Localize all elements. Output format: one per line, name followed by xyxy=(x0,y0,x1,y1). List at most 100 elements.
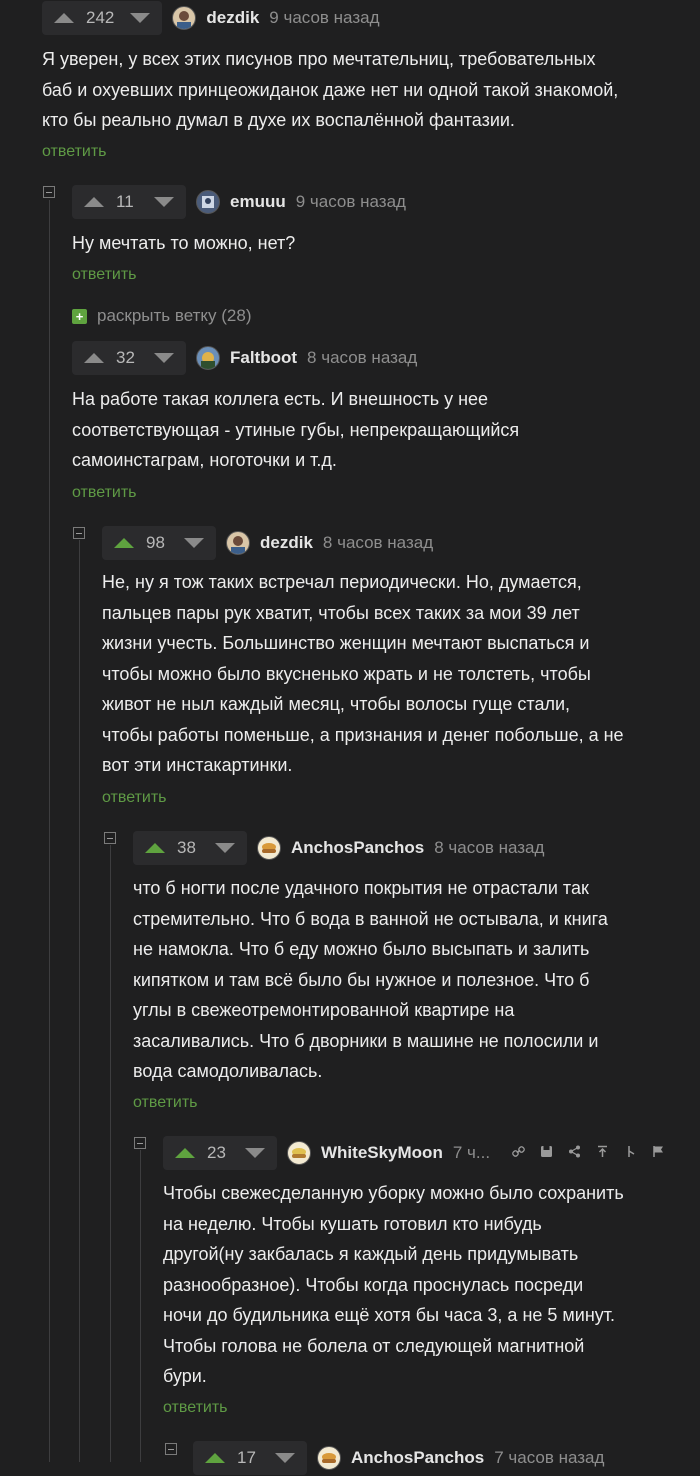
arrow-down-icon xyxy=(215,843,235,853)
downvote-button[interactable] xyxy=(233,1136,277,1170)
collapse-toggle[interactable] xyxy=(73,527,85,539)
comment-line: жизни учесть. Большинство женщин мечтают… xyxy=(102,633,590,653)
comment-line: вот эти инстакартинки. xyxy=(102,755,293,775)
username[interactable]: Faltboot xyxy=(230,348,297,368)
comment-line: кто бы реально думал в духе их воспалённ… xyxy=(42,110,515,130)
to-top-icon[interactable] xyxy=(588,1145,616,1161)
comment-line: самоинстаграм, ноготочки и т.д. xyxy=(72,450,337,470)
avatar-burger-icon xyxy=(262,843,276,853)
comment-text: Чтобы свежесделанную уборку можно было с… xyxy=(163,1178,693,1392)
arrow-up-icon xyxy=(54,13,74,23)
link-icon[interactable] xyxy=(504,1145,532,1161)
comment-line: на неделю. Чтобы кушать готовил кто нибу… xyxy=(163,1213,542,1234)
timestamp[interactable]: 8 часов назад xyxy=(307,348,417,368)
thread-line xyxy=(79,540,80,1462)
comment-text: На работе такая коллега есть. И внешност… xyxy=(72,384,672,476)
timestamp[interactable]: 9 часов назад xyxy=(269,8,379,28)
collapse-toggle[interactable] xyxy=(43,186,55,198)
avatar[interactable] xyxy=(196,190,220,214)
avatar[interactable] xyxy=(257,836,281,860)
arrow-down-icon xyxy=(154,197,174,207)
username[interactable]: AnchosPanchos xyxy=(291,838,424,858)
downvote-button[interactable] xyxy=(142,341,186,375)
comment-line: живот не ныл каждый месяц, чтобы волосы … xyxy=(102,694,571,714)
reply-link[interactable]: ответить xyxy=(42,143,107,161)
comment-line: пальцев пары рук хватит, чтобы всех таки… xyxy=(102,602,580,623)
rating-count: 98 xyxy=(146,533,165,552)
username[interactable]: dezdik xyxy=(206,8,259,28)
rating-box: 11 xyxy=(72,185,186,219)
avatar[interactable] xyxy=(196,346,220,370)
arrow-up-icon xyxy=(175,1148,195,1158)
comment-line: чтобы работы поменьше, а признания и ден… xyxy=(102,724,624,745)
avatar[interactable] xyxy=(172,6,197,30)
avatar-figure-icon xyxy=(202,196,214,208)
comment-line: засаливались. Что б дворники в машине не… xyxy=(133,1030,599,1051)
timestamp[interactable]: 7 часов назад xyxy=(494,1448,604,1468)
username[interactable]: AnchosPanchos xyxy=(351,1448,484,1468)
timestamp[interactable]: 7 ч... xyxy=(453,1143,490,1163)
comment-text: что б ногти после удачного покрытия не о… xyxy=(133,873,693,1087)
comment-line: не намокла. Что б еду можно было высыпат… xyxy=(133,939,590,959)
comment-line: стремительно. Что б вода в ванной не ост… xyxy=(133,908,608,929)
arrow-down-icon xyxy=(245,1148,265,1158)
expand-thread-label: раскрыть ветку (28) xyxy=(97,306,252,325)
avatar-face-icon xyxy=(177,11,192,29)
downvote-button[interactable] xyxy=(118,1,162,35)
arrow-down-icon xyxy=(154,353,174,363)
rating-count: 38 xyxy=(177,838,196,857)
rating-box: 32 xyxy=(72,341,186,375)
upvote-button[interactable] xyxy=(42,1,86,35)
reply-link[interactable]: ответить xyxy=(133,1094,198,1112)
rating-box: 17 xyxy=(193,1441,307,1475)
flag-icon[interactable] xyxy=(644,1145,672,1161)
rating-box: 98 xyxy=(102,526,216,560)
arrow-up-icon xyxy=(114,538,134,548)
comment-line: баб и охуевших принцеожиданок даже нет н… xyxy=(42,79,619,100)
upvote-button[interactable] xyxy=(102,526,146,560)
downvote-button[interactable] xyxy=(142,185,186,219)
plus-icon: + xyxy=(72,308,87,324)
upvote-button[interactable] xyxy=(72,185,116,219)
expand-thread-button[interactable]: + раскрыть ветку (28) xyxy=(72,306,252,326)
comment-line: углы в свежеотремонтированной квартире н… xyxy=(133,1000,515,1020)
upvote-button[interactable] xyxy=(163,1136,207,1170)
reply-link[interactable]: ответить xyxy=(102,789,167,807)
collapse-toggle[interactable] xyxy=(104,832,116,844)
timestamp[interactable]: 8 часов назад xyxy=(434,838,544,858)
thread-line xyxy=(140,1150,141,1462)
upvote-button[interactable] xyxy=(133,831,177,865)
comment-text: Я уверен, у всех этих писунов про мечтат… xyxy=(42,44,682,136)
downvote-button[interactable] xyxy=(172,526,216,560)
avatar[interactable] xyxy=(317,1446,341,1470)
comment-line: что б ногти после удачного покрытия не о… xyxy=(133,878,589,898)
reply-link[interactable]: ответить xyxy=(163,1399,228,1417)
share-icon[interactable] xyxy=(560,1145,588,1161)
username[interactable]: WhiteSkyMoon xyxy=(321,1143,443,1163)
thread-line xyxy=(110,845,111,1462)
downvote-button[interactable] xyxy=(263,1441,307,1475)
save-icon[interactable] xyxy=(532,1145,560,1161)
collapse-toggle[interactable] xyxy=(165,1443,177,1455)
upvote-button[interactable] xyxy=(193,1441,237,1475)
timestamp[interactable]: 8 часов назад xyxy=(323,533,433,553)
username[interactable]: dezdik xyxy=(260,533,313,553)
username[interactable]: emuuu xyxy=(230,192,286,212)
avatar[interactable] xyxy=(226,531,250,555)
rating-box: 242 xyxy=(42,1,163,35)
collapse-toggle[interactable] xyxy=(134,1137,146,1149)
arrow-up-icon xyxy=(84,197,104,207)
comment-line: Чтобы голова не болела от следующей магн… xyxy=(163,1335,585,1356)
downvote-button[interactable] xyxy=(203,831,247,865)
avatar[interactable] xyxy=(287,1141,311,1165)
reply-link[interactable]: ответить xyxy=(72,484,137,502)
rating-count: 23 xyxy=(207,1143,226,1162)
rating-count: 242 xyxy=(86,8,115,27)
branch-icon[interactable] xyxy=(616,1145,644,1161)
rating-box: 38 xyxy=(133,831,247,865)
timestamp[interactable]: 9 часов назад xyxy=(296,192,406,212)
upvote-button[interactable] xyxy=(72,341,116,375)
comment-toolbar xyxy=(504,1145,672,1161)
comment-line: Ну мечтать то можно, нет? xyxy=(72,233,296,253)
reply-link[interactable]: ответить xyxy=(72,266,137,284)
